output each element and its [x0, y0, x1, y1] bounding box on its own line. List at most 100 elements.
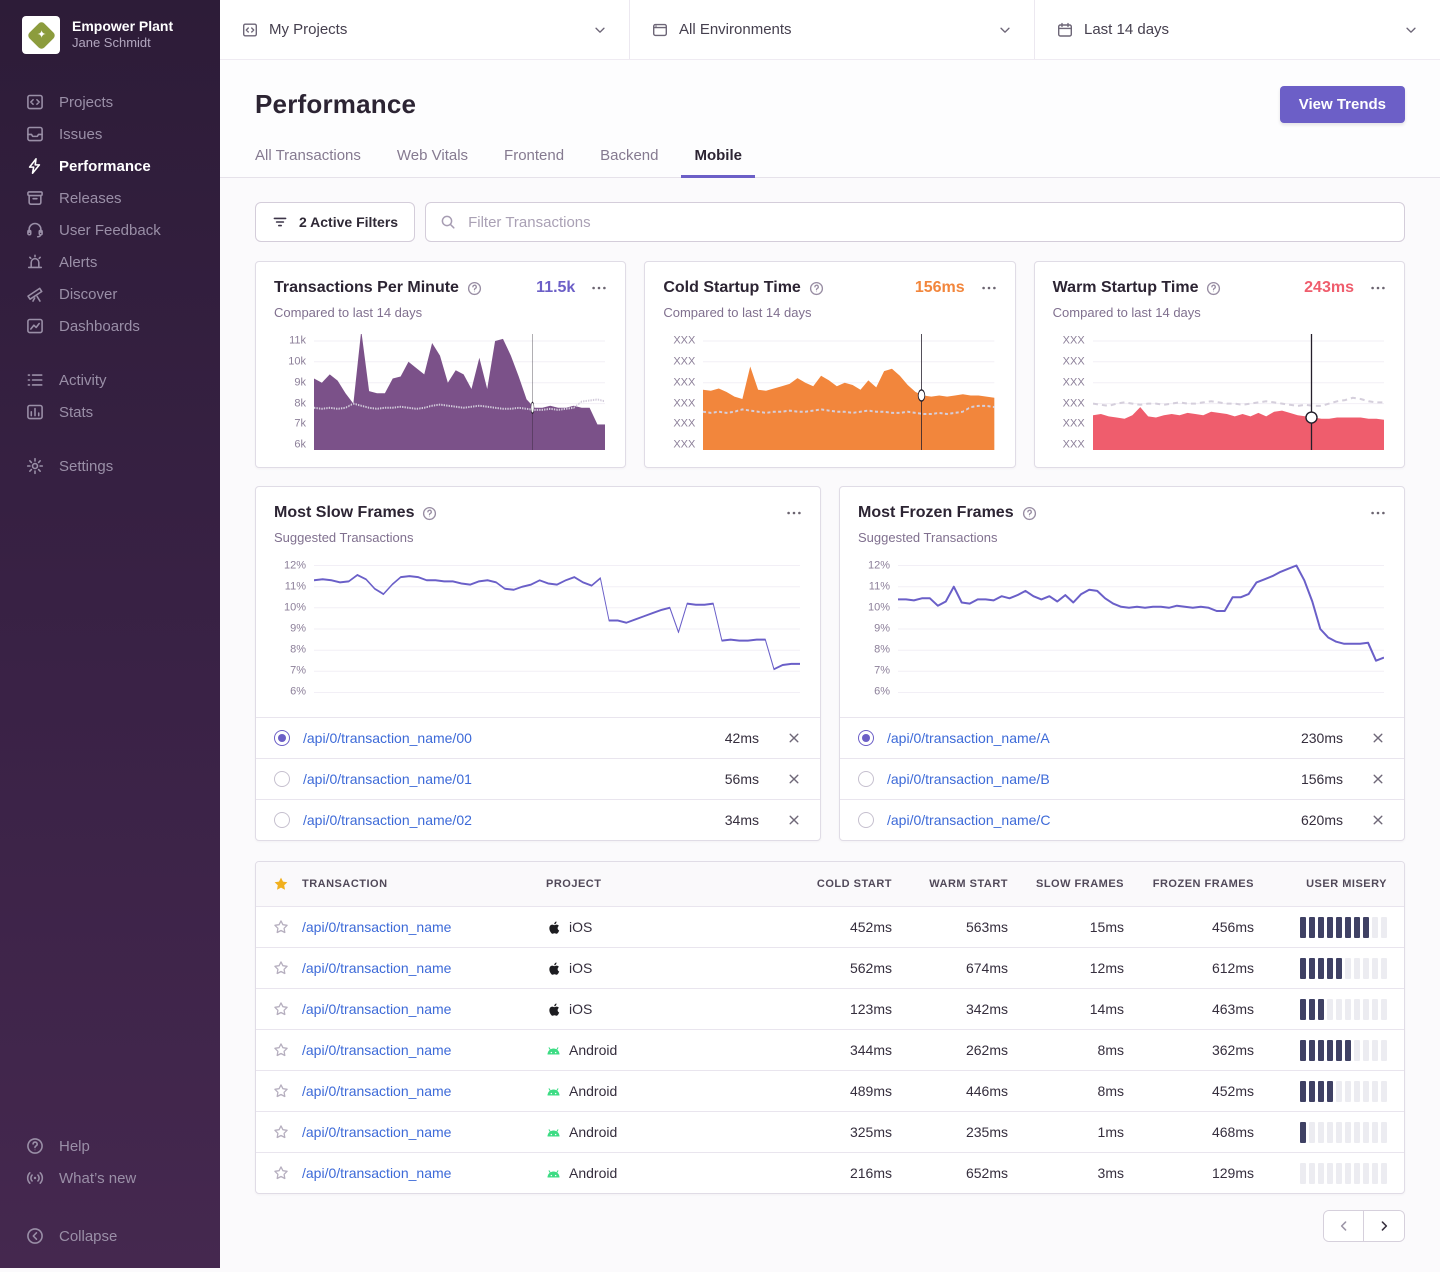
- overflow-menu-button[interactable]: [591, 278, 607, 298]
- active-filters-button[interactable]: 2 Active Filters: [255, 202, 415, 242]
- sidebar-item-projects[interactable]: Projects: [0, 86, 220, 118]
- transaction-link[interactable]: /api/0/transaction_name: [302, 1042, 451, 1058]
- table-row: /api/0/transaction_nameAndroid325ms235ms…: [256, 1111, 1404, 1152]
- overflow-menu-button[interactable]: [981, 278, 997, 298]
- overflow-menu-button[interactable]: [1370, 503, 1386, 523]
- chart-plot[interactable]: [314, 334, 605, 450]
- sidebar-item-dashboards[interactable]: Dashboards: [0, 310, 220, 342]
- column-header-transaction[interactable]: TRANSACTION: [302, 878, 546, 890]
- dismiss-button[interactable]: [786, 730, 802, 746]
- user-misery-bar: [1254, 999, 1404, 1020]
- chart-plot[interactable]: [898, 555, 1384, 703]
- chart-plot[interactable]: [1093, 334, 1384, 450]
- column-header-project[interactable]: PROJECT: [546, 878, 776, 890]
- transaction-link[interactable]: /api/0/transaction_name/A: [887, 730, 1050, 746]
- dismiss-button[interactable]: [1370, 730, 1386, 746]
- sidebar-item-alerts[interactable]: Alerts: [0, 246, 220, 278]
- favorite-star-button[interactable]: [273, 1042, 289, 1058]
- column-header-slow-frames[interactable]: SLOW FRAMES: [1008, 878, 1124, 890]
- column-header-warm-start[interactable]: WARM START: [892, 878, 1008, 890]
- org-switcher[interactable]: ✦ Empower Plant Jane Schmidt: [0, 0, 220, 54]
- dismiss-button[interactable]: [786, 771, 802, 787]
- overflow-menu-button[interactable]: [1370, 278, 1386, 298]
- environment-filter-dropdown[interactable]: All Environments: [630, 0, 1035, 59]
- tab-mobile[interactable]: Mobile: [681, 147, 755, 178]
- transaction-link[interactable]: /api/0/transaction_name: [302, 1124, 451, 1140]
- sidebar-item-issues[interactable]: Issues: [0, 118, 220, 150]
- tab-web-vitals[interactable]: Web Vitals: [384, 147, 481, 178]
- favorite-star-button[interactable]: [273, 960, 289, 976]
- transaction-link[interactable]: /api/0/transaction_name: [302, 1001, 451, 1017]
- view-trends-button[interactable]: View Trends: [1280, 86, 1405, 123]
- sidebar-item-help[interactable]: Help: [0, 1130, 220, 1162]
- stats-icon: [26, 403, 44, 421]
- warm-startup-time-chart[interactable]: XXXXXXXXXXXXXXXXXX: [1053, 334, 1386, 450]
- transaction-link[interactable]: /api/0/transaction_name/00: [303, 730, 472, 746]
- user-misery-bar: [1254, 1163, 1404, 1184]
- metric-cell: 344ms: [776, 1042, 892, 1058]
- favorite-star-button[interactable]: [273, 1083, 289, 1099]
- sidebar-item-performance[interactable]: Performance: [0, 150, 220, 182]
- most-frozen-frames-chart[interactable]: 12%11%10%9%8%7%6%: [858, 555, 1386, 703]
- help-icon[interactable]: [467, 281, 482, 296]
- sidebar-item-what-s-new[interactable]: What’s new: [0, 1162, 220, 1194]
- transaction-link[interactable]: /api/0/transaction_name/C: [887, 812, 1050, 828]
- chart-plot[interactable]: [314, 555, 800, 703]
- dismiss-button[interactable]: [1370, 771, 1386, 787]
- chart-plot[interactable]: [703, 334, 994, 450]
- sidebar-item-stats[interactable]: Stats: [0, 396, 220, 428]
- misery-segment: [1336, 1163, 1342, 1184]
- sidebar-item-activity[interactable]: Activity: [0, 364, 220, 396]
- tab-backend[interactable]: Backend: [587, 147, 671, 178]
- help-icon[interactable]: [422, 506, 437, 521]
- transaction-link[interactable]: /api/0/transaction_name: [302, 960, 451, 976]
- help-icon[interactable]: [1022, 506, 1037, 521]
- sidebar-collapse-button[interactable]: Collapse: [0, 1220, 220, 1252]
- radio-button[interactable]: [274, 812, 290, 828]
- misery-segment: [1318, 1081, 1324, 1102]
- tab-frontend[interactable]: Frontend: [491, 147, 577, 178]
- transaction-link[interactable]: /api/0/transaction_name/02: [303, 812, 472, 828]
- prev-page-button[interactable]: [1324, 1211, 1364, 1241]
- favorite-star-button[interactable]: [273, 919, 289, 935]
- column-header-cold-start[interactable]: COLD START: [776, 878, 892, 890]
- help-icon[interactable]: [809, 281, 824, 296]
- radio-button[interactable]: [858, 730, 874, 746]
- favorite-star-button[interactable]: [273, 1001, 289, 1017]
- transaction-link[interactable]: /api/0/transaction_name: [302, 1083, 451, 1099]
- transaction-link[interactable]: /api/0/transaction_name/01: [303, 771, 472, 787]
- transaction-link[interactable]: /api/0/transaction_name: [302, 1165, 451, 1181]
- radio-button[interactable]: [858, 771, 874, 787]
- favorite-star-button[interactable]: [273, 1124, 289, 1140]
- misery-segment: [1327, 999, 1333, 1020]
- sidebar-item-releases[interactable]: Releases: [0, 182, 220, 214]
- most-slow-frames-chart[interactable]: 12%11%10%9%8%7%6%: [274, 555, 802, 703]
- pagination: [255, 1210, 1405, 1242]
- tab-all-transactions[interactable]: All Transactions: [242, 147, 374, 178]
- date-range-dropdown[interactable]: Last 14 days: [1035, 0, 1440, 59]
- dismiss-button[interactable]: [1370, 812, 1386, 828]
- radio-button[interactable]: [274, 771, 290, 787]
- column-header-user-misery[interactable]: USER MISERY: [1254, 878, 1404, 890]
- project-filter-dropdown[interactable]: My Projects: [220, 0, 630, 59]
- cold-startup-time-chart[interactable]: XXXXXXXXXXXXXXXXXX: [663, 334, 996, 450]
- org-logo: ✦: [22, 16, 60, 54]
- dismiss-button[interactable]: [786, 812, 802, 828]
- radio-button[interactable]: [858, 812, 874, 828]
- misery-segment: [1345, 1081, 1351, 1102]
- misery-segment: [1300, 1081, 1306, 1102]
- transaction-link[interactable]: /api/0/transaction_name: [302, 919, 451, 935]
- transactions-per-minute-chart[interactable]: 11k10k9k8k7k6k: [274, 334, 607, 450]
- next-page-button[interactable]: [1364, 1211, 1404, 1241]
- radio-button[interactable]: [274, 730, 290, 746]
- sidebar-item-settings[interactable]: Settings: [0, 450, 220, 482]
- sidebar-item-user-feedback[interactable]: User Feedback: [0, 214, 220, 246]
- misery-segment: [1336, 999, 1342, 1020]
- search-input[interactable]: [466, 213, 1390, 232]
- help-icon[interactable]: [1206, 281, 1221, 296]
- transaction-link[interactable]: /api/0/transaction_name/B: [887, 771, 1050, 787]
- column-header-frozen-frames[interactable]: FROZEN FRAMES: [1124, 878, 1254, 890]
- overflow-menu-button[interactable]: [786, 503, 802, 523]
- favorite-star-button[interactable]: [273, 1165, 289, 1181]
- sidebar-item-discover[interactable]: Discover: [0, 278, 220, 310]
